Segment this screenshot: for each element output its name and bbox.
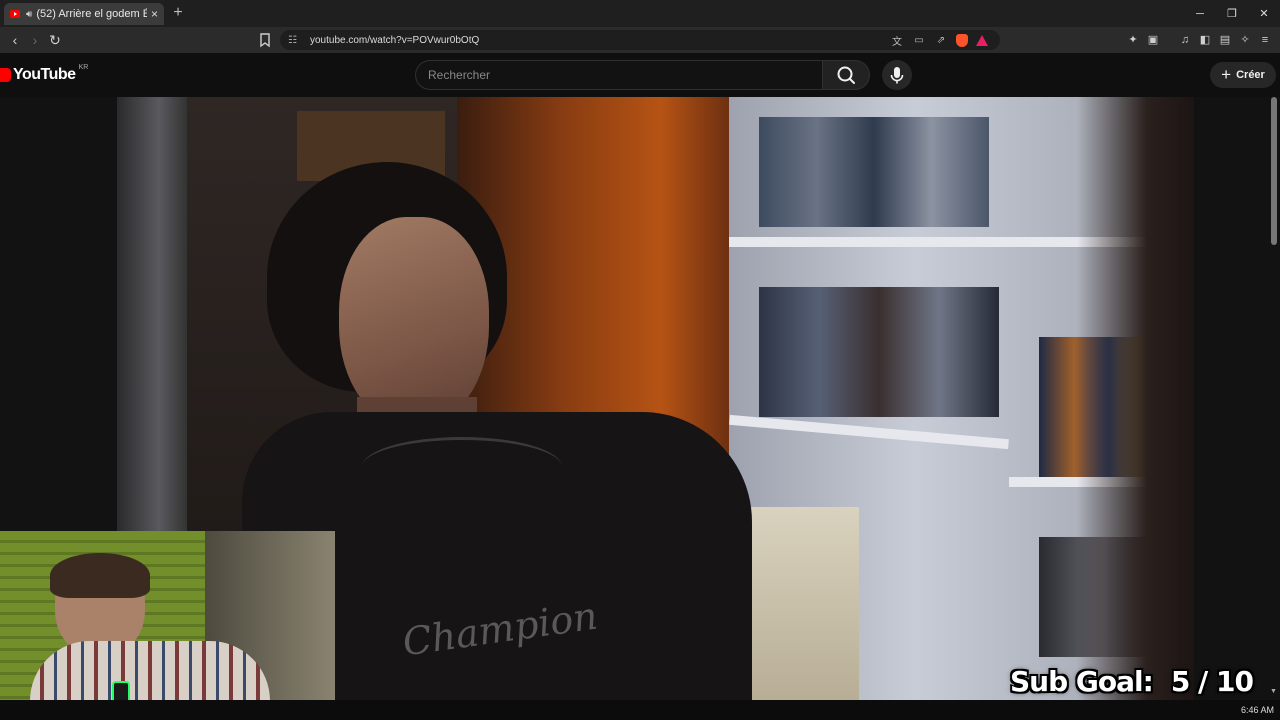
shelf-books	[759, 287, 999, 417]
cast-icon[interactable]: ▭	[908, 35, 930, 46]
new-tab-button[interactable]: +	[170, 3, 186, 23]
sidebar-toggle-icon[interactable]: ◧	[1196, 31, 1214, 49]
actor-collar	[362, 437, 562, 497]
search-button[interactable]	[822, 60, 870, 90]
brave-rewards-icon[interactable]	[976, 34, 988, 46]
menu-icon[interactable]: ≡	[1256, 31, 1274, 49]
system-clock: 6:46 AM	[1240, 705, 1274, 715]
browser-tab-active[interactable]: 🔊︎ (52) Arrière el godem Épisode ×	[4, 3, 164, 25]
minimize-button[interactable]: ─	[1184, 8, 1216, 20]
brave-shields-icon[interactable]	[956, 33, 968, 47]
speaker-icon[interactable]: 🔊︎	[26, 9, 32, 20]
tab-title: (52) Arrière el godem Épisode	[36, 8, 147, 20]
shelf-box	[749, 507, 859, 700]
browser-tab-bar: 🔊︎ (52) Arrière el godem Épisode × + ─ ❐…	[0, 0, 1280, 27]
wallet-icon[interactable]: ▤	[1216, 31, 1234, 49]
search-placeholder: Rechercher	[428, 68, 491, 82]
search-icon	[837, 66, 855, 84]
youtube-header: YouTube KR Rechercher + Créer	[0, 53, 1280, 97]
tab-close-icon[interactable]: ×	[151, 7, 158, 21]
share-icon[interactable]: ⇗	[930, 35, 952, 46]
streamer-cup	[112, 681, 130, 700]
back-button[interactable]: ‹	[6, 31, 24, 49]
scene-foreground-person	[1077, 97, 1194, 700]
leo-ai-icon[interactable]: ✧	[1236, 31, 1254, 49]
youtube-favicon-icon	[10, 10, 20, 18]
plus-icon: +	[1221, 65, 1232, 84]
restore-button[interactable]: ❐	[1216, 7, 1248, 20]
create-button[interactable]: + Créer	[1210, 62, 1276, 88]
address-bar[interactable]: ☷ youtube.com/watch?v=POVwur0bOtQ 文 ▭ ⇗	[280, 30, 1000, 50]
actor-face	[339, 217, 489, 427]
reload-button[interactable]: ↻	[46, 31, 64, 49]
streamer-shirt	[30, 641, 270, 700]
webcam-overlay	[0, 531, 335, 700]
sub-goal-label: Sub Goal:	[1010, 665, 1154, 698]
youtube-logo[interactable]: YouTube KR	[0, 63, 89, 84]
sub-goal-overlay: Sub Goal: 5 / 10	[1010, 665, 1254, 700]
close-window-button[interactable]: ✕	[1248, 7, 1280, 20]
extensions-icon[interactable]: ✦	[1124, 31, 1142, 49]
shelf-board	[729, 414, 1009, 450]
country-code: KR	[78, 63, 89, 71]
forward-button[interactable]: ›	[26, 31, 44, 49]
microphone-icon	[890, 67, 904, 84]
sub-goal-value: 5 / 10	[1170, 665, 1254, 698]
search-input[interactable]: Rechercher	[415, 60, 823, 90]
wallet-sidebar-icon[interactable]: ▣	[1144, 31, 1162, 49]
window-controls: ─ ❐ ✕	[1184, 0, 1280, 27]
browser-toolbar: ‹ › ↻ ☷ youtube.com/watch?v=POVwur0bOtQ …	[0, 27, 1280, 53]
youtube-logo-text: YouTube	[13, 66, 76, 83]
video-player[interactable]: Champion Sub Goal: 5 / 10	[0, 97, 1280, 700]
scroll-down-arrow-icon[interactable]: ▼	[1270, 688, 1277, 695]
bookmark-icon[interactable]	[256, 31, 274, 49]
page-scrollbar[interactable]	[1271, 97, 1277, 245]
url-text: youtube.com/watch?v=POVwur0bOtQ	[310, 34, 480, 46]
site-settings-icon[interactable]: ☷	[288, 35, 302, 46]
streamer-hair	[50, 553, 150, 598]
youtube-play-logo-icon	[0, 68, 11, 82]
taskbar: 6:46 AM	[0, 700, 1280, 720]
voice-search-button[interactable]	[882, 60, 912, 90]
translate-icon[interactable]: 文	[886, 33, 908, 48]
media-icon[interactable]: ♫	[1176, 31, 1194, 49]
create-label: Créer	[1236, 69, 1265, 81]
shelf-books	[759, 117, 989, 227]
